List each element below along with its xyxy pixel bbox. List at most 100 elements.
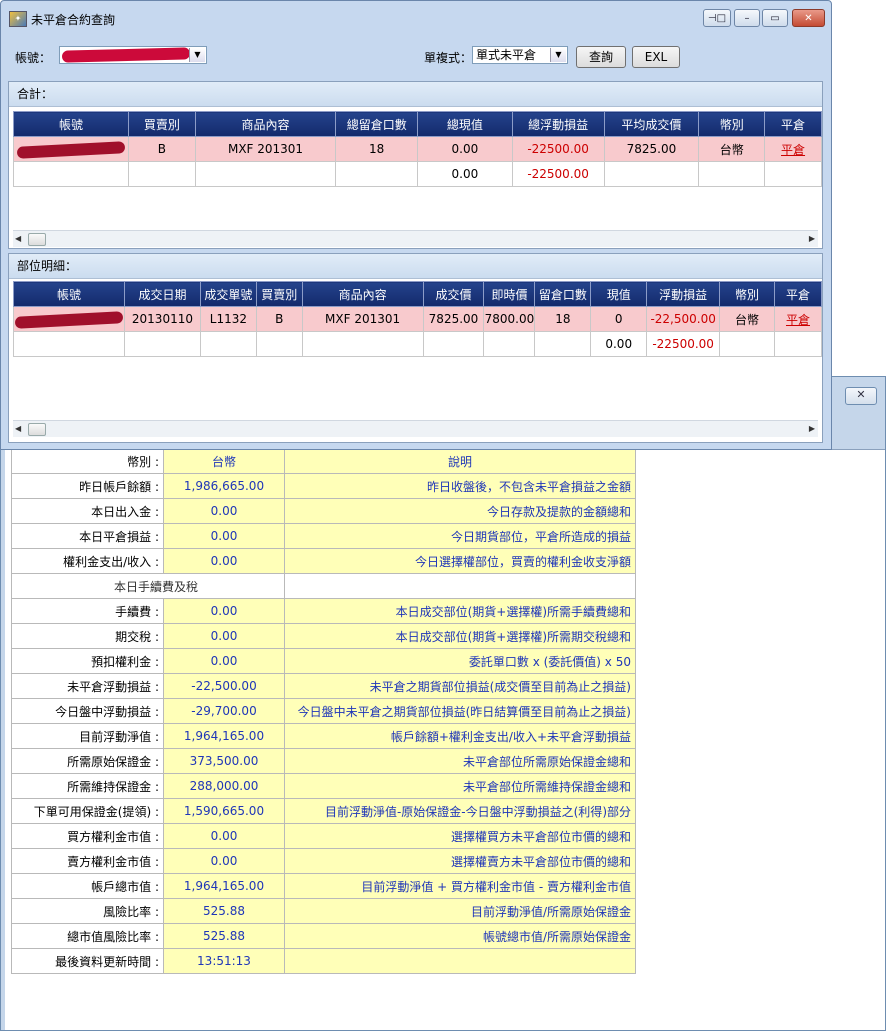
summary-panel-title: 合計： <box>9 82 822 107</box>
column-header[interactable]: 買賣別 <box>255 281 303 307</box>
summary-value: -29,700.00 <box>163 698 285 724</box>
summary-description: 帳戶餘額+權利金支出/收入+未平倉浮動損益 <box>284 723 636 749</box>
scroll-left-icon[interactable]: ◀ <box>15 424 21 433</box>
summary-description: 目前浮動淨值/所需原始保證金 <box>284 898 636 924</box>
cell-date <box>123 331 201 357</box>
open-position-dialog: ✦ 未平倉合約查詢 ⊣□ – ▭ ✕ 帳號： ▼ 單複式： 單式未平倉 ▼ 查詢… <box>0 0 832 450</box>
column-header[interactable]: 現值 <box>590 281 648 307</box>
summary-label: 幣別 : <box>11 448 164 474</box>
cell-pnl: -22,500.00 <box>646 306 721 332</box>
cell-product: MXF 201301 <box>301 306 424 332</box>
query-button[interactable]: 查詢 <box>576 46 626 68</box>
cell-qty: 18 <box>534 306 592 332</box>
minimize-icon[interactable]: – <box>734 9 760 27</box>
column-header[interactable]: 商品內容 <box>301 281 424 307</box>
summary-description: 本日成交部位(期貨+選擇權)所需手續費總和 <box>284 598 636 624</box>
cell-close[interactable]: 平倉 <box>764 136 822 162</box>
summary-row: 買方權利金市值 :0.00 選擇權買方未平倉部位市價的總和 <box>11 823 636 849</box>
column-header[interactable]: 平倉 <box>764 111 822 137</box>
exl-export-button[interactable]: EXL <box>632 46 680 68</box>
column-header[interactable]: 商品內容 <box>194 111 337 137</box>
table-row[interactable]: 0.00 -22500.00 <box>13 161 822 187</box>
summary-label-text: 賣方權利金市值 <box>67 854 152 869</box>
summary-label: 總市值風險比率 : <box>11 923 164 949</box>
summary-description: 說明 <box>284 448 636 474</box>
summary-description: 未平倉之期貨部位損益(成交價至目前為止之損益) <box>284 673 636 699</box>
column-header[interactable]: 買賣別 <box>127 111 196 137</box>
cell-last <box>483 331 536 357</box>
column-header[interactable]: 幣別 <box>719 281 775 307</box>
column-header[interactable]: 浮動損益 <box>646 281 721 307</box>
cell-currency: 台幣 <box>698 136 766 162</box>
horizontal-scrollbar[interactable]: ◀ ▶ <box>13 420 818 437</box>
column-header[interactable]: 成交單號 <box>199 281 257 307</box>
column-header[interactable]: 平倉 <box>774 281 822 307</box>
scroll-right-icon[interactable]: ▶ <box>809 234 815 243</box>
summary-label: 所需原始保證金 : <box>11 748 164 774</box>
table-row[interactable]: 0.00 -22500.00 <box>13 331 822 357</box>
cell-avg-price <box>603 161 700 187</box>
redacted-account-value <box>61 47 191 63</box>
summary-description: 本日成交部位(期貨+選擇權)所需期交稅總和 <box>284 623 636 649</box>
cell-product: MXF 201301 <box>194 136 337 162</box>
column-header[interactable]: 總浮動損益 <box>511 111 605 137</box>
column-header[interactable]: 即時價 <box>483 281 536 307</box>
section-title: 本日手續費及稅 <box>11 573 285 599</box>
table-row[interactable]: B MXF 201301 18 0.00 -22500.00 7825.00 台幣 平倉 <box>13 136 822 162</box>
cell-close[interactable] <box>774 331 822 357</box>
column-header[interactable]: 總現值 <box>417 111 513 137</box>
account-select[interactable]: ▼ <box>59 46 207 64</box>
column-header[interactable]: 成交價 <box>422 281 485 307</box>
summary-row: 所需原始保證金 :373,500.00 未平倉部位所需原始保證金總和 <box>11 748 636 774</box>
close-icon[interactable]: ✕ <box>792 9 825 27</box>
table-row[interactable]: 20130110 L1132 B MXF 201301 7825.00 7800.00 18… <box>13 306 822 332</box>
background-close-icon[interactable]: ✕ <box>845 387 877 405</box>
summary-value: 0.00 <box>163 548 285 574</box>
cell-currency <box>719 331 775 357</box>
summary-row: 預扣權利金 :0.00 委託單口數 x (委託價值) x 50 <box>11 648 636 674</box>
cell-close[interactable]: 平倉 <box>774 306 822 332</box>
pin-icon[interactable]: ⊣□ <box>703 9 731 27</box>
column-header[interactable]: 平均成交價 <box>603 111 700 137</box>
column-header[interactable]: 留倉口數 <box>534 281 592 307</box>
column-header[interactable]: 成交日期 <box>123 281 201 307</box>
horizontal-scrollbar[interactable]: ◀ ▶ <box>13 230 818 247</box>
maximize-icon[interactable]: ▭ <box>762 9 788 27</box>
summary-label: 目前浮動淨值 : <box>11 723 164 749</box>
summary-description: 今日選擇權部位，買賣的權利金收支淨額 <box>284 548 636 574</box>
summary-value: 1,964,165.00 <box>163 873 285 899</box>
scroll-left-icon[interactable]: ◀ <box>15 234 21 243</box>
cell-value: 0.00 <box>417 136 513 162</box>
summary-value: 288,000.00 <box>163 773 285 799</box>
column-header[interactable]: 帳號 <box>13 111 129 137</box>
mode-select[interactable]: 單式未平倉 ▼ <box>472 46 568 64</box>
cell-close[interactable] <box>764 161 822 187</box>
summary-label: 今日盤中浮動損益 : <box>11 698 164 724</box>
summary-description: 目前浮動淨值-原始保證金-今日盤中浮動損益之(利得)部分 <box>284 798 636 824</box>
section-row: 本日手續費及稅 <box>11 573 636 599</box>
scroll-thumb[interactable] <box>28 423 46 436</box>
summary-label: 預扣權利金 : <box>11 648 164 674</box>
summary-row: 幣別 : 台幣 說明 <box>11 448 636 474</box>
column-header[interactable]: 帳號 <box>13 281 125 307</box>
summary-label: 所需維持保證金 : <box>11 773 164 799</box>
title-bar: ✦ 未平倉合約查詢 ⊣□ – ▭ ✕ <box>1 1 831 33</box>
chevron-down-icon[interactable]: ▼ <box>550 48 566 62</box>
summary-label-text: 帳戶總市值 <box>91 879 152 894</box>
cell-order <box>199 331 257 357</box>
summary-label: 昨日帳戶餘額 : <box>11 473 164 499</box>
column-header[interactable]: 幣別 <box>698 111 766 137</box>
chevron-down-icon[interactable]: ▼ <box>189 48 205 62</box>
summary-label-text: 幣別 <box>127 454 152 469</box>
account-summary-table: 幣別 : 台幣 說明 昨日帳戶餘額 :1,986,665.00 昨日收盤後，不包含未平倉… <box>11 448 636 974</box>
cell-currency: 台幣 <box>719 306 775 332</box>
cell-pnl: -22500.00 <box>511 161 605 187</box>
summary-label-text: 期交稅 <box>115 629 152 644</box>
column-header[interactable]: 總留倉口數 <box>335 111 419 137</box>
scroll-thumb[interactable] <box>28 233 46 246</box>
summary-label-text: 總市值風險比率 <box>67 929 152 944</box>
scroll-right-icon[interactable]: ▶ <box>809 424 815 433</box>
window-title: 未平倉合約查詢 <box>31 13 116 27</box>
summary-label: 買方權利金市值 : <box>11 823 164 849</box>
cell-pnl: -22500.00 <box>511 136 605 162</box>
